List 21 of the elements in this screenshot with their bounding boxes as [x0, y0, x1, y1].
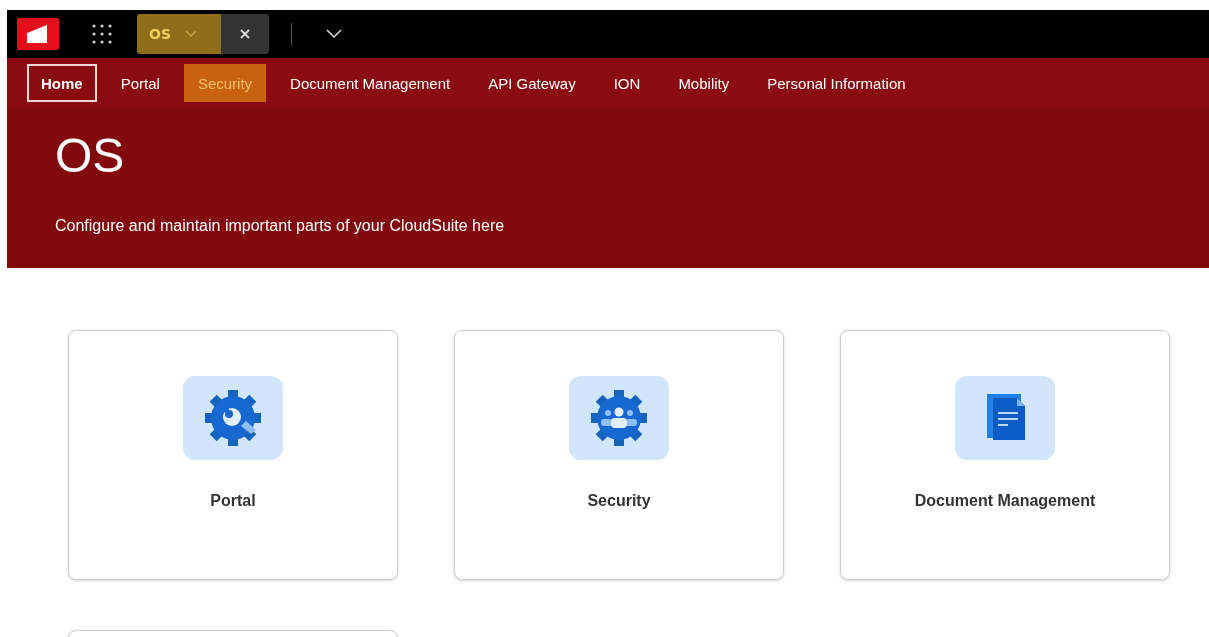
logo-icon [17, 18, 59, 50]
app-card[interactable]: Security [454, 330, 784, 580]
close-icon [240, 29, 250, 39]
nav-tab[interactable]: ION [599, 64, 655, 102]
page-title: OS [55, 128, 126, 183]
nav-tab[interactable]: Mobility [664, 64, 744, 102]
close-button[interactable] [221, 14, 269, 54]
nav-tab[interactable]: Document Management [276, 64, 465, 102]
card-label: Portal [210, 492, 256, 510]
chevron-down-icon[interactable] [326, 29, 342, 39]
chevron-down-icon [185, 30, 197, 38]
card-label: Document Management [914, 492, 1096, 510]
nav-tab[interactable]: Personal Information [753, 64, 920, 102]
app-grid-icon[interactable] [91, 23, 113, 45]
app-card[interactable]: Portal [68, 330, 398, 580]
nav-tab[interactable]: API Gateway [474, 64, 590, 102]
nav-tab[interactable]: Home [27, 64, 97, 102]
app-card[interactable]: Document Management [840, 330, 1170, 580]
page-subtitle: Configure and maintain important parts of your CloudSuite here [55, 217, 506, 235]
card-label: Security [587, 492, 651, 510]
nav-tab[interactable]: Portal [106, 64, 174, 102]
